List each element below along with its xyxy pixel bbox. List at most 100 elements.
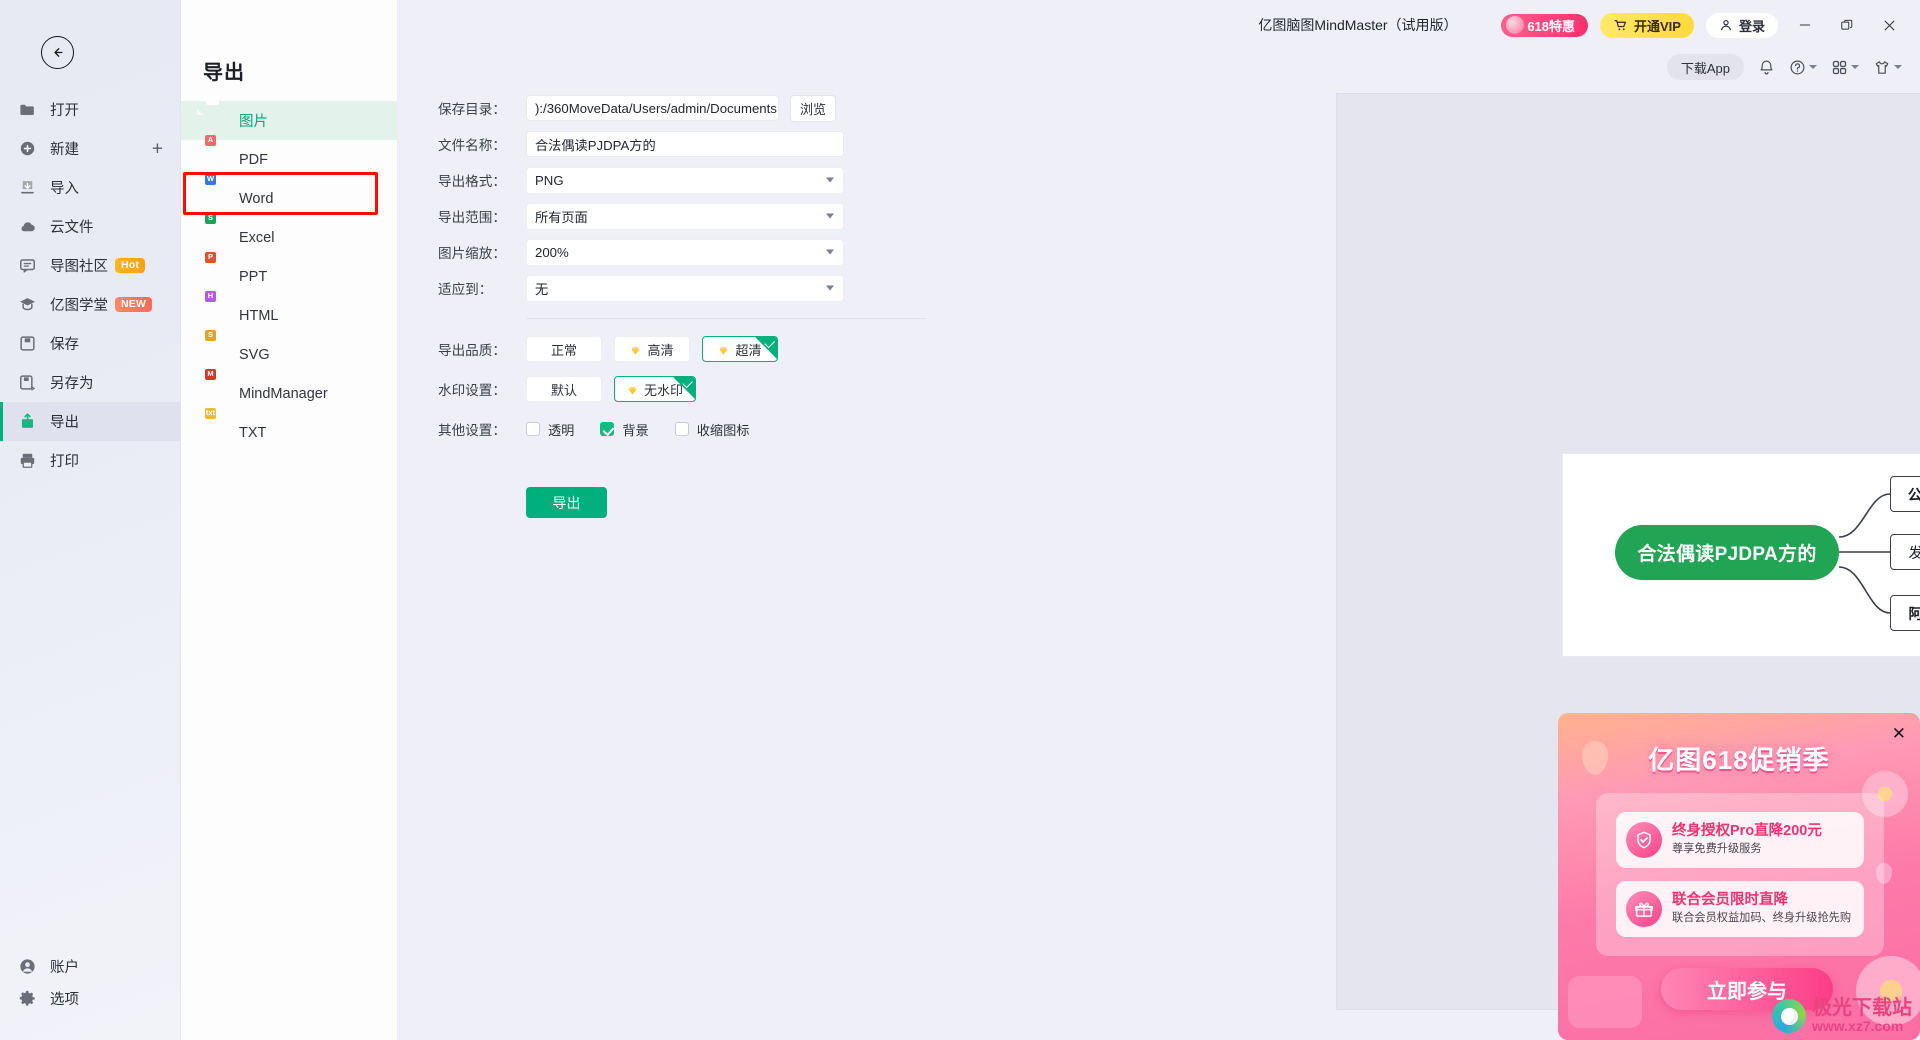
bell-icon — [1760, 60, 1773, 74]
maximize-button[interactable] — [1832, 11, 1862, 39]
site-watermark: 极光下载站 www.xz7.com — [1772, 998, 1912, 1034]
export-format-label: SVG — [239, 346, 270, 363]
file-name-input[interactable]: 合法偶读PJDPA方的 — [526, 131, 844, 157]
import-icon — [17, 178, 37, 198]
checkbox-icon[interactable] — [526, 422, 540, 436]
checkbox-icon[interactable] — [600, 422, 615, 436]
sidebar-item-保存[interactable]: 保存 — [0, 324, 181, 363]
notifications-button[interactable] — [1758, 59, 1775, 76]
open-vip-button[interactable]: 开通VIP — [1600, 12, 1694, 38]
watermark-label: 水印设置： — [438, 383, 506, 398]
sidebar-item-导图社区[interactable]: 导图社区 Hot — [0, 246, 181, 285]
watermark-cn: 极光下载站 — [1812, 997, 1912, 1020]
sidebar-item-打印[interactable]: 打印 — [0, 441, 181, 480]
sidebar-item-label: 另存为 — [50, 376, 94, 392]
community-icon — [17, 256, 37, 276]
theme-button[interactable] — [1873, 59, 1902, 76]
cloud-icon — [17, 217, 37, 237]
gear-icon — [17, 988, 37, 1008]
sidebar-item-导出[interactable]: 导出 — [0, 402, 181, 441]
mindmanager-file-icon: M — [203, 368, 225, 406]
sidebar-item-云文件[interactable]: 云文件 — [0, 207, 181, 246]
sidebar-item-导入[interactable]: 导入 — [0, 168, 181, 207]
download-app-button[interactable]: 下载App — [1666, 54, 1744, 80]
mindmap-branch-node[interactable]: 阿共当发送给 — [1890, 595, 1920, 631]
mindmap-branch-node[interactable]: 公司法我会 — [1890, 476, 1920, 512]
sidebar-item-badge: Hot — [115, 257, 146, 274]
graduation-icon — [17, 295, 37, 315]
checkbox-icon[interactable] — [674, 422, 689, 436]
save-dir-input[interactable]: ):/360MoveData/Users/admin/Documents — [526, 95, 779, 121]
close-button[interactable] — [1874, 11, 1904, 39]
sidebar-item-账户[interactable]: 账户 — [0, 950, 181, 982]
minimize-button[interactable] — [1790, 11, 1820, 39]
watermark-option-无水印[interactable]: 无水印 — [614, 376, 697, 402]
quality-option-超清[interactable]: 超清 — [702, 336, 778, 362]
promo-offer-row[interactable]: 终身授权Pro直降200元 尊享免费升级服务 — [1616, 812, 1864, 868]
watermark-option-默认[interactable]: 默认 — [526, 376, 602, 402]
export-format-select[interactable]: PNG — [526, 166, 844, 194]
sidebar-item-label: 保存 — [50, 337, 79, 353]
fit-to-select[interactable]: 无 — [526, 274, 844, 302]
mindmap-root-node[interactable]: 合法偶读PJDPA方的 — [1615, 525, 1839, 580]
quality-option-正常[interactable]: 正常 — [526, 336, 602, 362]
folder-icon — [19, 104, 34, 116]
export-format-row: 导出格式： PNG — [438, 162, 888, 198]
export-range-select[interactable]: 所有页面 — [526, 202, 844, 230]
other-setting-透明[interactable]: 透明 — [526, 420, 574, 439]
promo-618-label: 618特惠 — [1527, 18, 1576, 34]
save-as-icon — [19, 375, 35, 391]
new-plus-icon[interactable]: + — [152, 139, 163, 158]
browse-button[interactable]: 浏览 — [790, 94, 836, 122]
other-setting-收缩图标[interactable]: 收缩图标 — [674, 420, 750, 439]
export-format-label: 导出格式： — [438, 174, 506, 189]
vip-diamond-icon — [630, 344, 641, 355]
export-format-label: TXT — [239, 424, 267, 441]
apps-button[interactable] — [1831, 59, 1859, 76]
fit-to-value: 无 — [535, 281, 549, 297]
quality-option-label: 超清 — [735, 342, 762, 358]
shield-check-icon — [1626, 822, 1662, 858]
back-button[interactable] — [41, 36, 74, 69]
account-icon — [19, 958, 35, 974]
sidebar-item-选项[interactable]: 选项 — [0, 982, 181, 1014]
export-submit-button[interactable]: 导出 — [526, 487, 607, 518]
watermark-options: 默认 无水印 — [526, 376, 708, 402]
other-setting-label: 透明 — [548, 422, 575, 438]
export-format-label: PPT — [239, 268, 268, 285]
save-as-icon — [17, 373, 37, 393]
quality-label: 导出品质： — [438, 343, 506, 358]
export-format-label: Word — [239, 190, 274, 207]
sidebar-item-label: 打印 — [50, 454, 79, 470]
mindmap-branch-node[interactable]: 发哦分类管理 — [1890, 534, 1920, 570]
promo-offer-row[interactable]: 联合会员限时直降 联合会员权益加码、终身升级抢先购 — [1616, 881, 1864, 937]
left-sidebar: 打开 新建 + 导入 云文件 导图社区 Hot 亿图学堂 NEW 保存另存为导出打印 账户 选项 — [0, 0, 181, 1040]
help-icon — [1790, 60, 1805, 74]
mindmap-branch-label: 公司法我会 — [1907, 487, 1920, 504]
watermark-en: www.xz7.com — [1812, 1018, 1904, 1035]
sidebar-item-另存为[interactable]: 另存为 — [0, 363, 181, 402]
plus-circle-icon — [20, 141, 34, 156]
export-format-list: 图片 A PDF W Word S Excel P PPT H HTML S SVG M MindManag… — [181, 95, 397, 452]
other-setting-背景[interactable]: 背景 — [600, 420, 649, 439]
save-icon — [19, 336, 35, 351]
promo-618-button[interactable]: 618特惠 — [1501, 13, 1589, 37]
ppt-file-icon: P — [203, 251, 225, 289]
sidebar-bottom-list: 账户 选项 — [0, 950, 181, 1014]
export-format-item-TXT[interactable]: txt TXT — [181, 407, 397, 452]
minimize-icon — [1799, 24, 1811, 26]
image-scale-label: 图片缩放： — [438, 246, 506, 261]
image-scale-select[interactable]: 200% — [526, 238, 844, 266]
chevron-down-icon — [1809, 65, 1817, 69]
gear-icon — [19, 990, 35, 1006]
login-button[interactable]: 登录 — [1705, 12, 1778, 38]
help-button[interactable] — [1789, 59, 1817, 76]
sidebar-item-打开[interactable]: 打开 — [0, 90, 181, 129]
sidebar-item-新建[interactable]: 新建 + — [0, 129, 181, 168]
sidebar-item-亿图学堂[interactable]: 亿图学堂 NEW — [0, 285, 181, 324]
sidebar-item-label: 导出 — [50, 415, 79, 431]
mindmap-canvas: 合法偶读PJDPA方的 公司法我会 发哦分类管理 阿共当发送给 — [1562, 453, 1920, 657]
promo-popup: ✕ 亿图618促销季 终身授权Pro直降200元 尊享免费升级服务 联合会员限时… — [1558, 713, 1920, 1040]
quality-option-高清[interactable]: 高清 — [614, 336, 690, 362]
apps-grid-icon — [1832, 60, 1847, 74]
